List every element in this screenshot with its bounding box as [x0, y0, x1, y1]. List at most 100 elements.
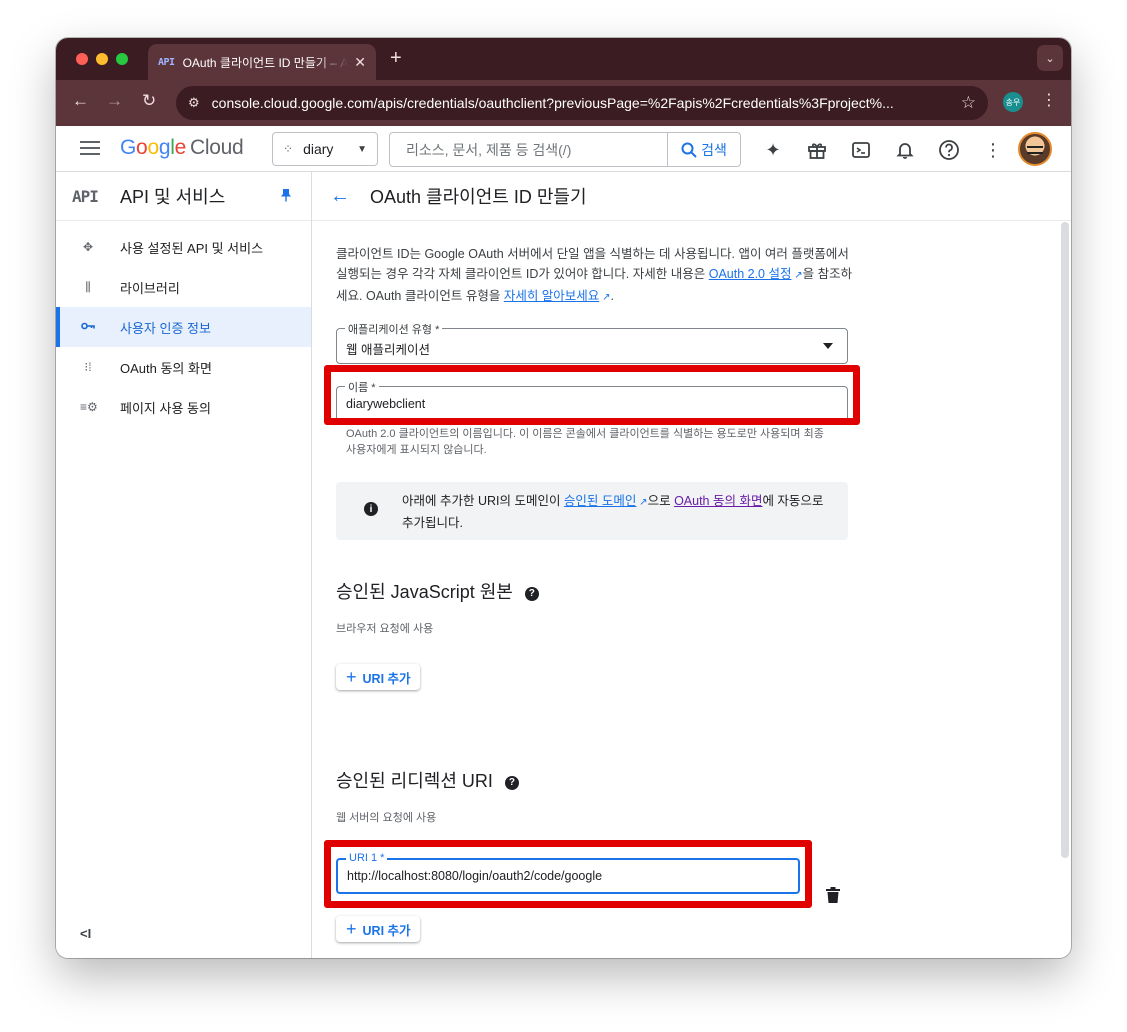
profile-avatar[interactable]: 송우 [1003, 92, 1023, 112]
info-icon: i [364, 502, 378, 516]
logo-letter: e [174, 136, 187, 159]
user-avatar[interactable] [1018, 132, 1052, 166]
zoom-window-button[interactable] [116, 53, 128, 65]
close-window-button[interactable] [76, 53, 88, 65]
js-origins-heading: 승인된 JavaScript 원본? [336, 578, 539, 604]
search-input[interactable] [390, 141, 667, 158]
external-link-icon: ↗ [636, 497, 648, 508]
oauth-settings-link[interactable]: OAuth 2.0 설정 [709, 267, 792, 281]
settings-list-icon: ≡⚙ [80, 400, 98, 414]
console-header: GoogleCloud ⁘ diary ▼ 검색 ✦ ⋮ [56, 126, 1071, 172]
project-name: diary [303, 141, 334, 157]
bookmark-star-icon[interactable]: ☆ [961, 93, 976, 113]
more-vert-icon[interactable]: ⋮ [981, 138, 1005, 162]
gemini-sparkle-icon[interactable]: ✦ [761, 138, 785, 162]
logo-letter: o [136, 136, 148, 159]
back-arrow-icon[interactable]: ← [330, 185, 350, 208]
new-tab-button[interactable]: + [390, 47, 402, 69]
api-favicon-icon: API [158, 56, 175, 68]
add-js-origin-uri-button[interactable]: + URI 추가 [336, 664, 420, 690]
notice-text-part: 아래에 추가한 URI의 도메인이 [402, 494, 564, 508]
project-icon: ⁘ [283, 142, 294, 156]
bell-icon[interactable] [893, 138, 917, 162]
back-arrow-icon[interactable]: ← [72, 91, 89, 111]
authorized-domains-link[interactable]: 승인된 도메인 [564, 494, 636, 508]
sidebar-item-label: 라이브러리 [120, 280, 180, 296]
key-icon [80, 320, 96, 334]
browser-menu-icon[interactable]: ⋮ [1041, 90, 1057, 110]
help-icon[interactable] [937, 138, 961, 162]
search-button[interactable]: 검색 [667, 133, 740, 166]
browser-window: API OAuth 클라이언트 ID 만들기 – API ✕ + ⌄ ← → ↻… [56, 38, 1071, 958]
reload-icon[interactable]: ↻ [142, 91, 156, 111]
sidebar-header: API API 및 서비스 [56, 172, 311, 221]
project-picker[interactable]: ⁘ diary ▼ [272, 132, 378, 166]
pin-icon[interactable] [280, 188, 292, 205]
omnibox[interactable]: ⚙ console.cloud.google.com/apis/credenti… [176, 86, 988, 120]
external-link-icon: ↗ [791, 270, 803, 281]
forward-arrow-icon[interactable]: → [106, 91, 123, 111]
info-notice: i 아래에 추가한 URI의 도메인이 승인된 도메인 ↗으로 OAuth 동의… [336, 482, 848, 540]
add-redirect-uri-button[interactable]: + URI 추가 [336, 916, 420, 942]
api-hub-icon: ✥ [82, 240, 94, 254]
highlight-name-field [324, 365, 860, 425]
caret-down-icon: ▼ [357, 143, 367, 155]
tab-title: OAuth 클라이언트 ID 만들기 – API [182, 55, 349, 70]
redirect-uris-title: 승인된 리디렉션 URI [336, 771, 493, 791]
sidebar-item-label: 페이지 사용 동의 [120, 400, 211, 416]
redirect-uris-subtitle: 웹 서버의 요청에 사용 [336, 812, 437, 824]
library-icon: ⫼ [85, 279, 91, 294]
oauth-consent-link[interactable]: OAuth 동의 화면 [674, 494, 762, 508]
tab-search-button[interactable]: ⌄ [1037, 45, 1063, 71]
notice-text: 아래에 추가한 URI의 도메인이 승인된 도메인 ↗으로 OAuth 동의 화… [402, 491, 832, 533]
plus-icon: + [346, 667, 357, 687]
dropdown-arrow-icon [823, 343, 833, 349]
sidebar-title: API 및 서비스 [120, 187, 226, 207]
sidebar-item-enabled-apis[interactable]: ✥ 사용 설정된 API 및 서비스 [56, 227, 311, 267]
search-button-label: 검색 [701, 141, 727, 158]
learn-more-link[interactable]: 자세히 알아보세요 [504, 289, 599, 303]
sidebar-item-label: 사용 설정된 API 및 서비스 [120, 240, 264, 256]
plus-icon: + [346, 919, 357, 939]
js-origins-subtitle: 브라우저 요청에 사용 [336, 623, 434, 635]
sidebar-item-page-usage-agreement[interactable]: ≡⚙ 페이지 사용 동의 [56, 387, 311, 427]
tab-bar: API OAuth 클라이언트 ID 만들기 – API ✕ + ⌄ [56, 38, 1071, 80]
search-icon [681, 142, 697, 158]
browser-tab[interactable]: API OAuth 클라이언트 ID 만들기 – API ✕ [148, 44, 376, 80]
redirect-uris-heading: 승인된 리디렉션 URI? [336, 767, 519, 793]
close-icon[interactable]: ✕ [354, 54, 366, 71]
url-text[interactable]: console.cloud.google.com/apis/credential… [212, 95, 953, 111]
application-type-select[interactable]: 애플리케이션 유형 * 웹 애플리케이션 [336, 321, 848, 364]
add-uri-label: URI 추가 [362, 923, 411, 938]
highlight-redirect-uri-field [324, 840, 812, 908]
sidebar-item-library[interactable]: ⫼ 라이브러리 [56, 267, 311, 307]
search-bar: 검색 [389, 132, 741, 167]
site-settings-icon[interactable]: ⚙ [188, 95, 200, 111]
help-icon[interactable]: ? [524, 586, 539, 601]
cloud-shell-icon[interactable] [849, 138, 873, 162]
add-uri-label: URI 추가 [362, 671, 411, 686]
external-link-icon: ↗ [599, 292, 611, 303]
gift-icon[interactable] [805, 138, 829, 162]
delete-icon[interactable] [826, 887, 840, 903]
help-icon[interactable]: ? [504, 775, 519, 790]
js-origins-title: 승인된 JavaScript 원본 [336, 582, 513, 602]
api-logo-icon: API [72, 186, 99, 206]
collapse-sidebar-button[interactable]: <I [80, 926, 91, 941]
logo-letter: G [120, 136, 137, 159]
notice-text-part: 으로 [647, 494, 675, 508]
logo-letter: g [158, 136, 171, 159]
minimize-window-button[interactable] [96, 53, 108, 65]
sidebar: API API 및 서비스 ✥ 사용 설정된 API 및 서비스 ⫼ 라이브러리… [56, 172, 312, 958]
sidebar-item-oauth-consent[interactable]: ⁝⁞ OAuth 동의 화면 [56, 347, 311, 387]
sidebar-item-credentials[interactable]: 사용자 인증 정보 [56, 307, 311, 347]
sidebar-item-label: OAuth 동의 화면 [120, 360, 212, 376]
google-cloud-logo[interactable]: Google Cloud [120, 136, 244, 160]
description-text: . [610, 289, 614, 303]
application-type-label: 애플리케이션 유형 * [345, 321, 443, 337]
scrollbar[interactable] [1061, 222, 1069, 858]
name-hint: OAuth 2.0 클라이언트의 이름입니다. 이 이름은 콘솔에서 클라이언트… [346, 428, 824, 456]
consent-icon: ⁝⁞ [84, 360, 92, 374]
hamburger-menu-icon[interactable] [80, 138, 100, 158]
application-type-value: 웹 애플리케이션 [346, 343, 430, 357]
